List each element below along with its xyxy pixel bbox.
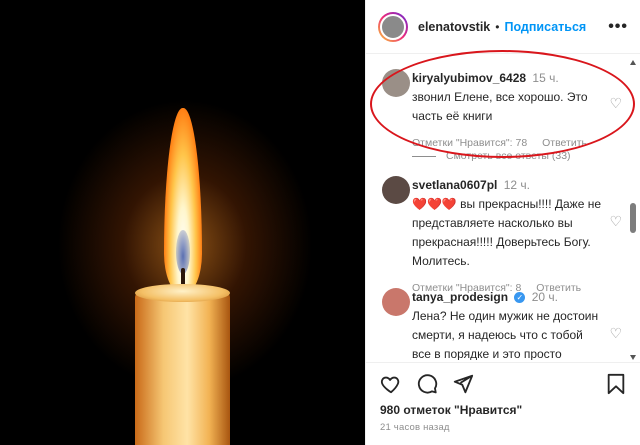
comment-avatar[interactable] <box>382 69 410 97</box>
follow-button[interactable]: Подписаться <box>504 20 586 34</box>
comment-text: Лена? Не один мужик не достоин смерти, я… <box>412 309 599 360</box>
comment-body: svetlana0607pl 12 ч. ❤️❤️❤️ вы прекрасны… <box>412 176 602 298</box>
author-avatar[interactable] <box>378 11 408 42</box>
comment-heart-icon[interactable]: ♡ <box>609 325 622 342</box>
comment-time[interactable]: 15 ч. <box>532 71 558 85</box>
comment-username[interactable]: svetlana0607pl <box>412 178 497 192</box>
comment-time[interactable]: 12 ч. <box>504 178 530 192</box>
comment-likes-count[interactable]: Отметки "Нравится": 78 <box>412 137 527 149</box>
comment-time[interactable]: 20 ч. <box>532 290 558 304</box>
comment-heart-icon[interactable]: ♡ <box>609 213 622 230</box>
candle-body <box>135 290 230 445</box>
post-actions: 980 отметок "Нравится" 21 часов назад <box>366 362 640 445</box>
comment-body: tanya_prodesign ✓ 20 ч. Лена? Не один му… <box>412 288 602 360</box>
verified-badge-icon: ✓ <box>514 292 526 304</box>
scroll-up-arrow-icon[interactable] <box>630 60 636 65</box>
comment-username[interactable]: kiryalyubimov_6428 <box>412 71 526 85</box>
reply-button[interactable]: Ответить <box>542 137 587 149</box>
likes-count[interactable]: 980 отметок "Нравится" <box>380 403 522 417</box>
action-icons <box>380 373 474 395</box>
header-separator: • <box>495 19 500 34</box>
comment-avatar[interactable] <box>382 176 410 204</box>
post-header: elenatovstik • Подписаться ••• <box>366 0 640 54</box>
comment-avatar[interactable] <box>382 288 410 316</box>
post-timestamp: 21 часов назад <box>380 422 450 433</box>
bookmark-icon[interactable] <box>605 373 627 395</box>
view-replies-link[interactable]: Смотреть все ответы (33) <box>412 150 571 162</box>
comments-scrollbar[interactable] <box>630 60 636 360</box>
post-image[interactable] <box>0 0 365 445</box>
comment-icon[interactable] <box>416 373 438 395</box>
share-icon[interactable] <box>452 373 474 395</box>
comment-heart-icon[interactable]: ♡ <box>609 95 622 112</box>
hearts-emoji: ❤️❤️❤️ <box>412 197 457 211</box>
more-options-icon[interactable]: ••• <box>608 18 628 36</box>
heart-icon[interactable] <box>380 373 402 395</box>
author-username[interactable]: elenatovstik <box>418 20 490 34</box>
candle-top <box>135 284 230 302</box>
comments-list[interactable]: kiryalyubimov_6428 15 ч. звонил Елене, в… <box>366 55 628 360</box>
comment-text: звонил Елене, все хорошо. Это часть её к… <box>412 90 588 123</box>
scroll-thumb[interactable] <box>630 203 636 233</box>
post-side-panel: elenatovstik • Подписаться ••• kiryalyub… <box>365 0 640 445</box>
comment-username[interactable]: tanya_prodesign <box>412 290 508 304</box>
comment-body: kiryalyubimov_6428 15 ч. звонил Елене, в… <box>412 69 602 153</box>
scroll-down-arrow-icon[interactable] <box>630 355 636 360</box>
